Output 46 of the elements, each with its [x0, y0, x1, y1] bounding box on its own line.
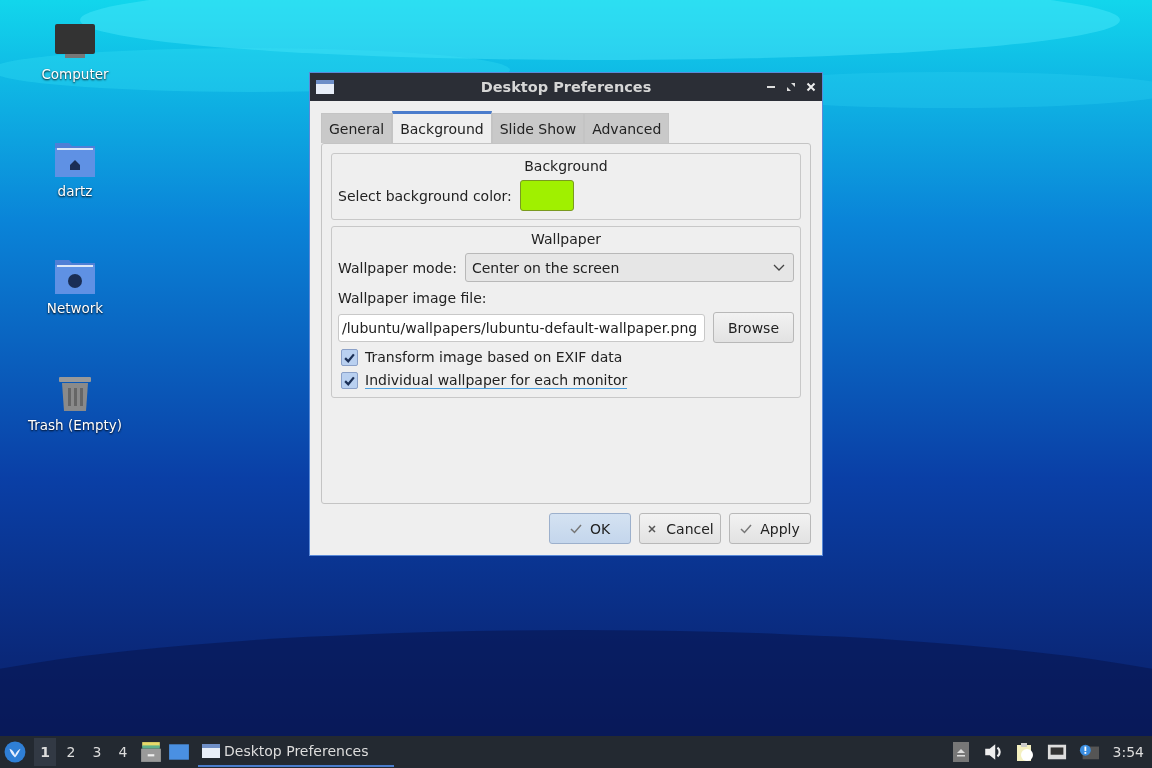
- workspace-button[interactable]: 1: [34, 738, 56, 766]
- clipboard-icon[interactable]: [1014, 742, 1035, 762]
- cross-icon: [646, 523, 659, 534]
- file-cabinet-icon[interactable]: [140, 741, 162, 763]
- network-port-icon[interactable]: [1046, 742, 1067, 762]
- color-button[interactable]: [519, 180, 574, 211]
- tab[interactable]: Slide Show: [491, 113, 585, 143]
- desktop-icon-label: Computer: [41, 66, 109, 82]
- checkbox[interactable]: [341, 349, 358, 366]
- check-icon: [569, 523, 582, 534]
- cancel-button[interactable]: Cancel: [639, 513, 721, 544]
- tab[interactable]: Advanced: [584, 113, 670, 143]
- workspace-button[interactable]: 3: [86, 738, 108, 766]
- window-icon: [202, 744, 220, 758]
- taskbar-task[interactable]: Desktop Preferences: [198, 737, 394, 767]
- chevron-down-icon: [773, 263, 785, 272]
- apply-button[interactable]: Apply: [729, 513, 811, 544]
- mode-dropdown[interactable]: Center on the screen: [464, 253, 794, 282]
- window-title: Desktop Preferences: [479, 79, 653, 95]
- checkbox-label[interactable]: Individual wallpaper for each monitor: [365, 372, 628, 389]
- file-path-field[interactable]: /lubuntu/wallpapers/lubuntu-default-wallpaper.png: [338, 313, 705, 342]
- eject-icon[interactable]: [950, 742, 971, 762]
- notification-icon[interactable]: [1078, 742, 1099, 762]
- desktop-icon-label: dartz: [57, 183, 93, 199]
- tab[interactable]: General: [321, 113, 393, 143]
- volume-icon[interactable]: [982, 742, 1003, 762]
- close-icon[interactable]: [806, 82, 816, 92]
- field-label: Select background color:: [338, 187, 512, 204]
- tab[interactable]: Background: [392, 111, 492, 143]
- window-icon: [316, 80, 334, 94]
- browse-button[interactable]: Browse: [713, 312, 794, 343]
- check-icon: [740, 523, 753, 534]
- checkbox[interactable]: [341, 372, 358, 389]
- maximize-icon[interactable]: [786, 82, 796, 92]
- desktop-icon-label: Network: [46, 300, 104, 316]
- ok-button[interactable]: OK: [549, 513, 631, 544]
- workspace-button[interactable]: 4: [112, 738, 134, 766]
- group-title: Background: [524, 158, 608, 174]
- desktop-icon[interactable]: [168, 741, 190, 763]
- clock[interactable]: 3:54: [1112, 744, 1144, 760]
- field-label: Wallpaper image file:: [338, 290, 488, 306]
- checkbox-label[interactable]: Transform image based on EXIF data: [365, 349, 623, 366]
- desktop-icon-label: Trash (Empty): [27, 417, 122, 433]
- field-label: Wallpaper mode:: [338, 259, 457, 276]
- group-title: Wallpaper: [531, 231, 601, 247]
- workspace-button[interactable]: 2: [60, 738, 82, 766]
